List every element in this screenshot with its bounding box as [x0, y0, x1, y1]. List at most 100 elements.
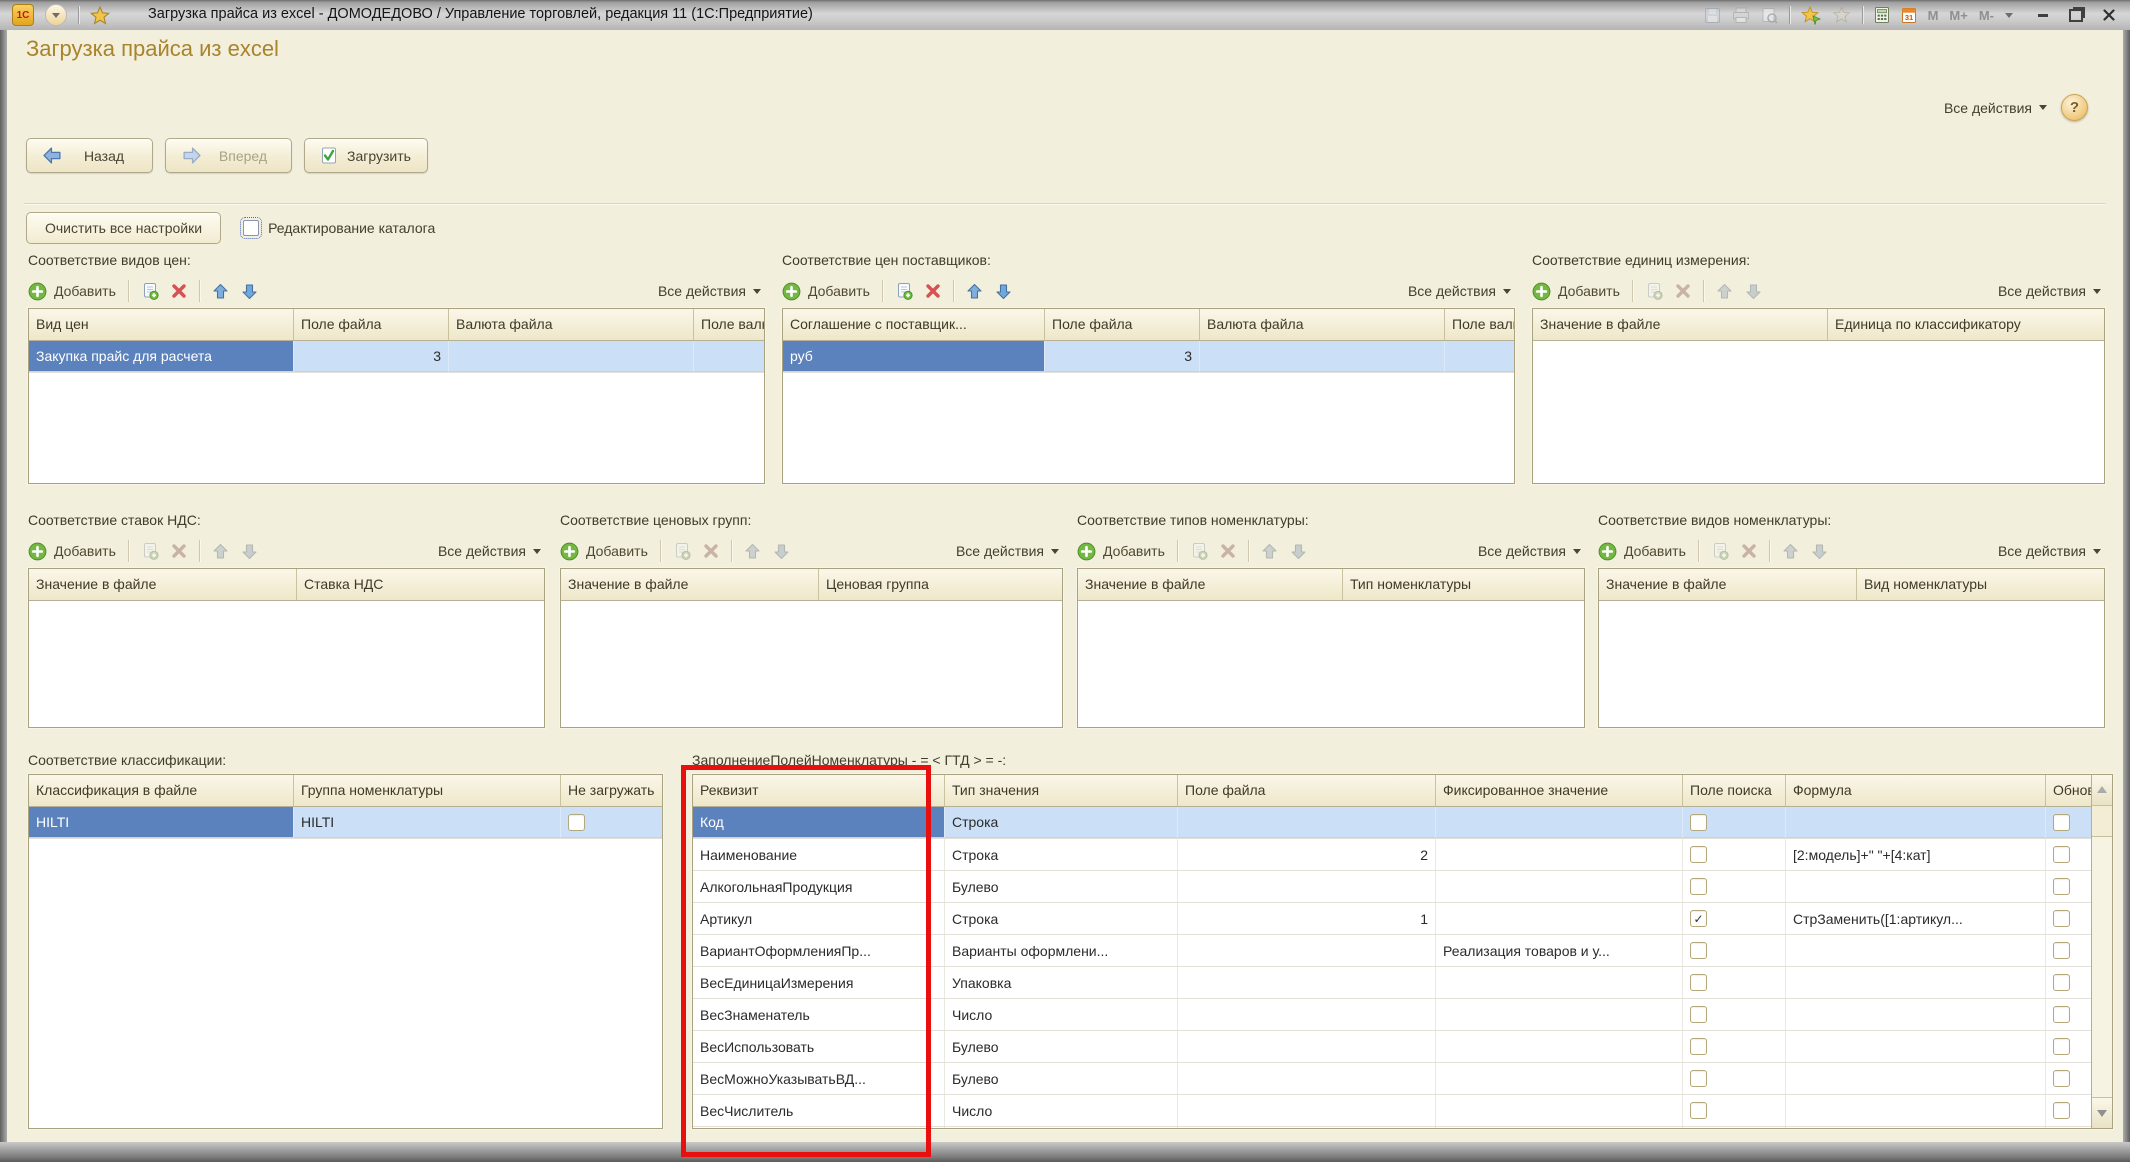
table-cell[interactable] — [694, 341, 764, 372]
row-checkbox[interactable] — [2053, 1038, 2070, 1055]
scroll-track[interactable] — [2092, 837, 2112, 1097]
table-cell[interactable]: Число — [945, 999, 1178, 1030]
move-up-button[interactable] — [1261, 543, 1278, 560]
move-down-button[interactable] — [1290, 543, 1307, 560]
table-cell[interactable] — [1436, 1031, 1683, 1062]
table-cell[interactable] — [1178, 967, 1436, 998]
column-header[interactable]: Поле поиска — [1683, 775, 1786, 806]
table-cell[interactable] — [1178, 1095, 1436, 1126]
row-checkbox[interactable] — [2053, 878, 2070, 895]
table-cell[interactable] — [2046, 1031, 2092, 1062]
row-checkbox[interactable] — [1690, 1070, 1707, 1087]
table-cell[interactable] — [1683, 839, 1786, 870]
table-cell[interactable]: Булево — [945, 1031, 1178, 1062]
move-up-button[interactable] — [966, 283, 983, 300]
column-header[interactable]: Не загружать — [561, 775, 662, 806]
all-actions-menu[interactable]: Все действия — [956, 543, 1059, 559]
table-cell[interactable] — [2046, 967, 2092, 998]
row-checkbox[interactable] — [1690, 1006, 1707, 1023]
add-button[interactable]: Добавить — [28, 542, 116, 561]
move-down-button[interactable] — [241, 543, 258, 560]
table-cell[interactable] — [2046, 871, 2092, 902]
table-cell[interactable]: Число — [945, 1095, 1178, 1126]
row-checkbox[interactable] — [2053, 814, 2070, 831]
table-cell[interactable] — [1178, 871, 1436, 902]
table-cell[interactable]: Строка — [945, 807, 1178, 838]
table-cell[interactable]: СтрЗаменить([1:артикул... — [1786, 903, 2046, 934]
delete-button[interactable] — [171, 283, 187, 299]
row-checkbox[interactable] — [1690, 942, 1707, 959]
delete-button[interactable] — [1741, 543, 1757, 559]
add-button[interactable]: Добавить — [560, 542, 648, 561]
all-actions-menu[interactable]: Все действия — [438, 543, 541, 559]
table-cell[interactable] — [449, 341, 694, 372]
table-cell[interactable] — [1436, 1063, 1683, 1094]
table-cell[interactable] — [1683, 871, 1786, 902]
copy-button[interactable] — [141, 542, 159, 560]
table-cell[interactable] — [1683, 1095, 1786, 1126]
delete-button[interactable] — [925, 283, 941, 299]
column-header[interactable]: Поле валюты — [1445, 309, 1514, 340]
table-cell[interactable] — [1436, 1095, 1683, 1126]
move-up-button[interactable] — [1716, 283, 1733, 300]
table-cell[interactable]: 2 — [1178, 839, 1436, 870]
column-header[interactable]: Тип значения — [945, 775, 1178, 806]
column-header[interactable]: Единица по классификатору — [1828, 309, 2104, 340]
table-cell[interactable] — [1786, 1095, 2046, 1126]
move-up-button[interactable] — [212, 543, 229, 560]
column-header[interactable]: Соглашение с поставщик... — [783, 309, 1045, 340]
table-cell[interactable] — [2046, 1095, 2092, 1126]
copy-button[interactable] — [1711, 542, 1729, 560]
table-cell[interactable] — [2046, 935, 2092, 966]
column-header[interactable]: Поле файла — [1178, 775, 1436, 806]
move-down-button[interactable] — [995, 283, 1012, 300]
column-header[interactable]: Классификация в файле — [29, 775, 294, 806]
column-header[interactable]: Фиксированное значение — [1436, 775, 1683, 806]
table-cell[interactable]: 3 — [1045, 341, 1200, 372]
table-cell[interactable] — [561, 807, 662, 838]
table-cell[interactable]: HILTI — [29, 807, 294, 838]
table-cell[interactable] — [1436, 967, 1683, 998]
table-cell[interactable] — [1178, 935, 1436, 966]
table-cell[interactable]: руб — [783, 341, 1045, 372]
table-cell[interactable] — [1786, 1127, 2046, 1128]
table-cell[interactable]: [2:модель]+" "+[4:кат] — [1786, 839, 2046, 870]
row-checkbox[interactable] — [1690, 974, 1707, 991]
copy-button[interactable] — [141, 282, 159, 300]
copy-button[interactable] — [1190, 542, 1208, 560]
row-checkbox[interactable] — [1690, 814, 1707, 831]
table-row[interactable]: руб3 — [783, 341, 1514, 373]
move-up-button[interactable] — [744, 543, 761, 560]
move-down-button[interactable] — [1745, 283, 1762, 300]
row-checkbox[interactable] — [2053, 1102, 2070, 1119]
column-header[interactable]: Формула — [1786, 775, 2046, 806]
table-cell[interactable] — [2046, 1063, 2092, 1094]
move-down-button[interactable] — [241, 283, 258, 300]
scroll-down-button[interactable] — [2092, 1097, 2112, 1128]
table-cell[interactable] — [1786, 871, 2046, 902]
vertical-scrollbar[interactable] — [2091, 775, 2112, 1128]
column-header[interactable]: Ставка НДС — [297, 569, 544, 600]
table-cell[interactable]: Да — [1436, 1127, 1683, 1128]
delete-button[interactable] — [1220, 543, 1236, 559]
column-header[interactable]: Значение в файле — [29, 569, 297, 600]
all-actions-menu[interactable]: Все действия — [1408, 283, 1511, 299]
table-cell[interactable] — [2046, 999, 2092, 1030]
table-cell[interactable]: Строка — [945, 903, 1178, 934]
table-cell[interactable] — [1683, 1031, 1786, 1062]
add-button[interactable]: Добавить — [782, 282, 870, 301]
all-actions-menu[interactable]: Все действия — [1998, 283, 2101, 299]
table-cell[interactable]: Строка — [945, 839, 1178, 870]
copy-button[interactable] — [895, 282, 913, 300]
table-cell[interactable] — [2046, 1127, 2092, 1128]
column-header[interactable]: Поле файла — [294, 309, 449, 340]
delete-button[interactable] — [171, 543, 187, 559]
table-cell[interactable] — [1436, 871, 1683, 902]
table-cell[interactable] — [1683, 903, 1786, 934]
row-checkbox[interactable] — [2053, 1070, 2070, 1087]
column-header[interactable]: Ценовая группа — [819, 569, 1062, 600]
column-header[interactable]: Значение в файле — [561, 569, 819, 600]
table-cell[interactable] — [1683, 1063, 1786, 1094]
table-cell[interactable]: Булево — [945, 871, 1178, 902]
table-cell[interactable] — [1445, 341, 1514, 372]
